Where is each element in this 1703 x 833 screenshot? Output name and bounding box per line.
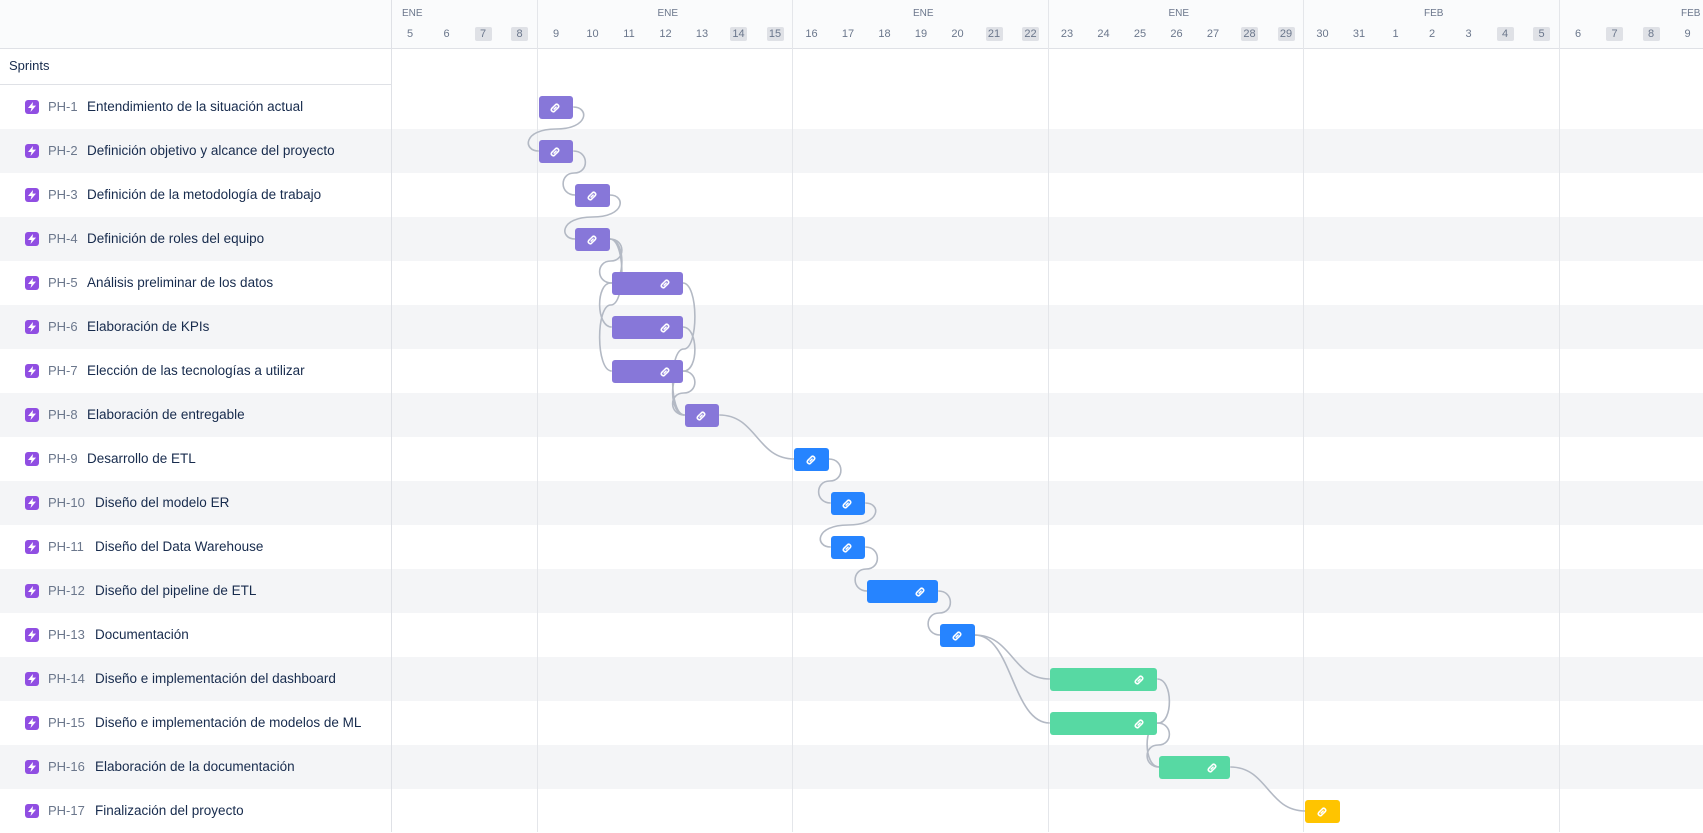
link-icon (1132, 717, 1146, 731)
dependency-line (719, 414, 795, 460)
link-icon (548, 145, 562, 159)
issue-bar[interactable] (1049, 711, 1158, 735)
link-icon (658, 365, 672, 379)
issue-bar[interactable] (575, 227, 610, 251)
issue-bar[interactable] (940, 623, 975, 647)
issue-bar[interactable] (1159, 755, 1231, 779)
dependency-lines (527, 106, 1306, 812)
issue-bar[interactable] (794, 447, 829, 471)
link-icon (548, 101, 562, 115)
issue-bar[interactable] (611, 271, 683, 295)
issue-bar[interactable] (611, 359, 683, 383)
link-icon (585, 189, 599, 203)
issue-bar[interactable] (830, 491, 866, 515)
link-icon (950, 629, 964, 643)
link-icon (1205, 761, 1219, 775)
link-icon (804, 453, 818, 467)
link-icon (913, 585, 927, 599)
dependency-line (974, 634, 1050, 724)
issue-bar[interactable] (538, 139, 574, 163)
link-icon (840, 541, 854, 555)
link-icon (840, 497, 854, 511)
link-icon (658, 321, 672, 335)
issue-bar[interactable] (1049, 667, 1158, 691)
link-icon (1315, 805, 1329, 819)
link-icon (694, 409, 708, 423)
issue-bar[interactable] (575, 183, 610, 207)
issue-bar[interactable] (867, 579, 939, 603)
dependency-line (974, 634, 1050, 680)
issue-bar[interactable] (611, 315, 683, 339)
dependency-line (1230, 766, 1306, 812)
link-icon (1132, 673, 1146, 687)
issue-bar[interactable] (538, 95, 574, 119)
issue-bar[interactable] (1305, 799, 1340, 823)
link-icon (585, 233, 599, 247)
link-icon (658, 277, 672, 291)
issue-bar[interactable] (684, 403, 720, 427)
issue-bar[interactable] (830, 535, 866, 559)
